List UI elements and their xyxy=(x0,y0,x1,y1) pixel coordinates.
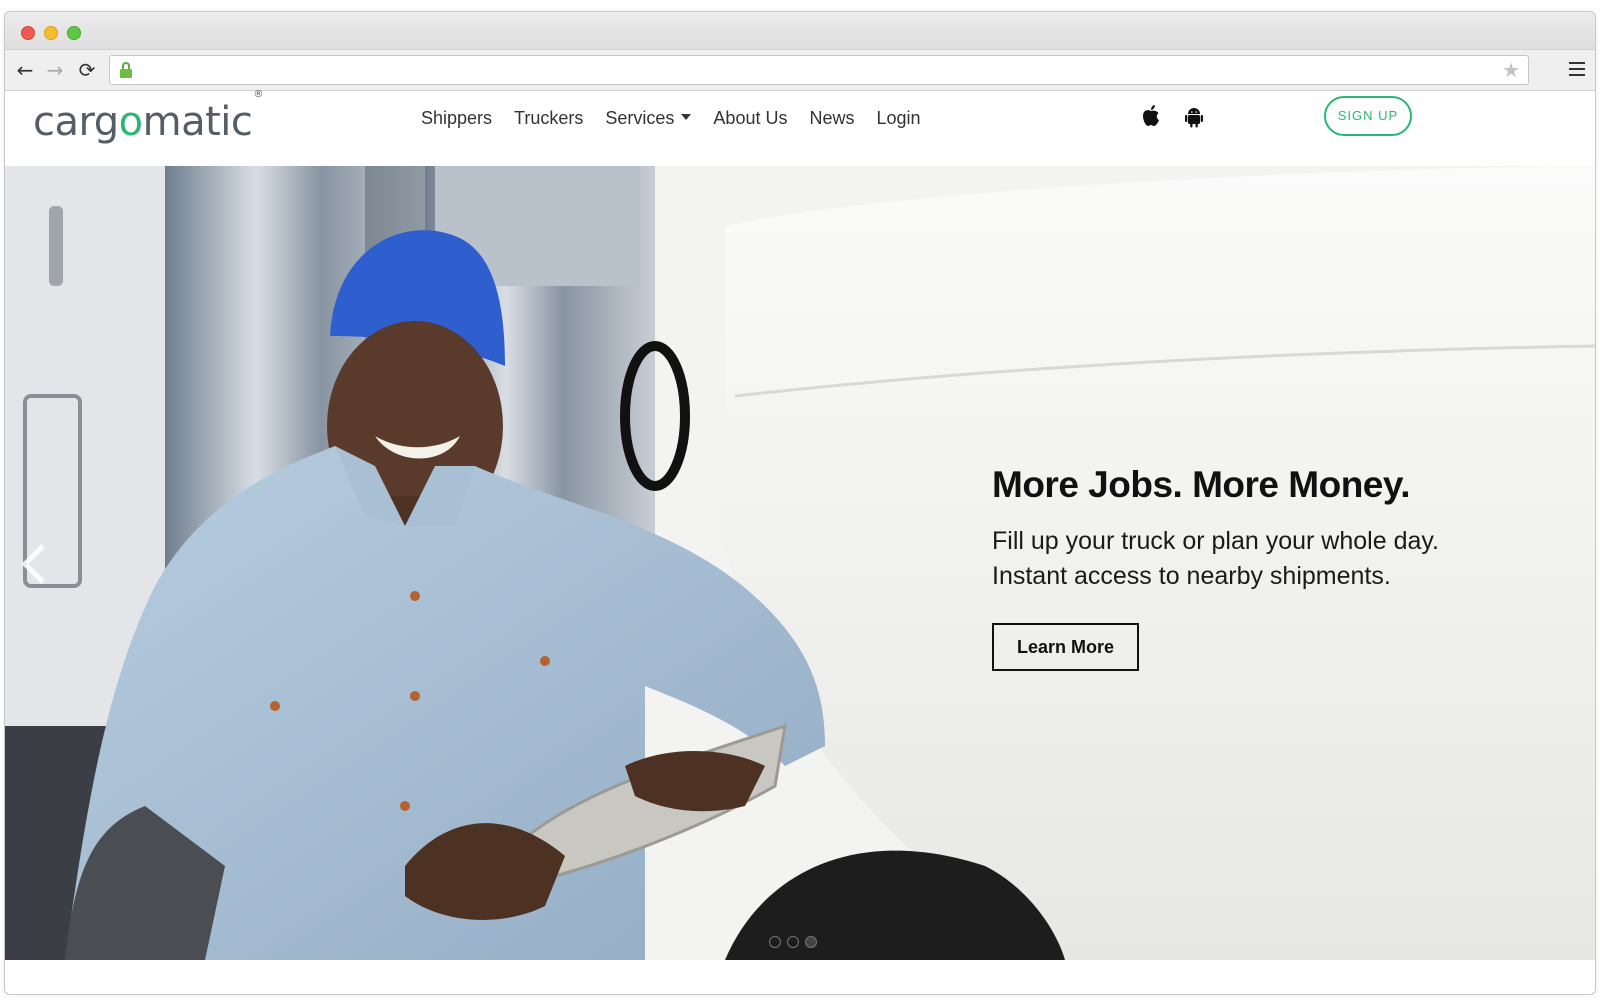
main-nav: Shippers Truckers Services About Us News… xyxy=(421,108,921,129)
hero-subtitle-line-1: Fill up your truck or plan your whole da… xyxy=(992,527,1439,555)
nav-news[interactable]: News xyxy=(809,108,854,129)
nav-truckers[interactable]: Truckers xyxy=(514,108,583,129)
hero-banner: More Jobs. More Money. Fill up your truc… xyxy=(5,166,1595,960)
nav-about-us[interactable]: About Us xyxy=(713,108,787,129)
hero-content: More Jobs. More Money. Fill up your truc… xyxy=(992,464,1552,671)
carousel-dots xyxy=(769,936,817,948)
carousel-dot[interactable] xyxy=(787,936,799,948)
nav-shippers[interactable]: Shippers xyxy=(421,108,492,129)
menu-icon[interactable] xyxy=(1569,62,1585,76)
caret-down-icon xyxy=(681,114,692,121)
nav-services[interactable]: Services xyxy=(605,108,692,129)
browser-window: ← → ⟳ ★ cargomatic® Shippers Truckers Se… xyxy=(4,11,1596,995)
hero-subtitle-line-2: Instant access to nearby shipments. xyxy=(992,562,1391,590)
carousel-dot[interactable] xyxy=(769,936,781,948)
close-window-button[interactable] xyxy=(21,26,35,40)
back-arrow-icon[interactable]: ← xyxy=(13,58,37,82)
minimize-window-button[interactable] xyxy=(44,26,58,40)
hero-title: More Jobs. More Money. xyxy=(992,464,1411,505)
lock-icon xyxy=(119,62,133,78)
forward-arrow-icon[interactable]: → xyxy=(43,58,67,82)
address-bar[interactable]: ★ xyxy=(109,55,1529,85)
android-icon[interactable] xyxy=(1184,106,1204,128)
title-bar xyxy=(5,12,1595,50)
carousel-dot-active[interactable] xyxy=(805,936,817,948)
sign-up-button[interactable]: SIGN UP xyxy=(1324,96,1412,136)
carousel-prev-icon[interactable] xyxy=(19,542,49,586)
apple-icon[interactable] xyxy=(1141,104,1161,128)
cargomatic-logo[interactable]: cargomatic® xyxy=(33,89,263,145)
browser-toolbar: ← → ⟳ ★ xyxy=(5,50,1595,91)
learn-more-button[interactable]: Learn More xyxy=(992,623,1139,671)
maximize-window-button[interactable] xyxy=(67,26,81,40)
nav-services-label[interactable]: Services xyxy=(605,108,674,128)
reload-icon[interactable]: ⟳ xyxy=(75,58,99,82)
star-icon[interactable]: ★ xyxy=(1502,58,1520,82)
nav-login[interactable]: Login xyxy=(876,108,920,129)
site-header: cargomatic® Shippers Truckers Services A… xyxy=(5,89,1595,166)
hero-subtitle: Fill up your truck or plan your whole da… xyxy=(992,524,1552,594)
